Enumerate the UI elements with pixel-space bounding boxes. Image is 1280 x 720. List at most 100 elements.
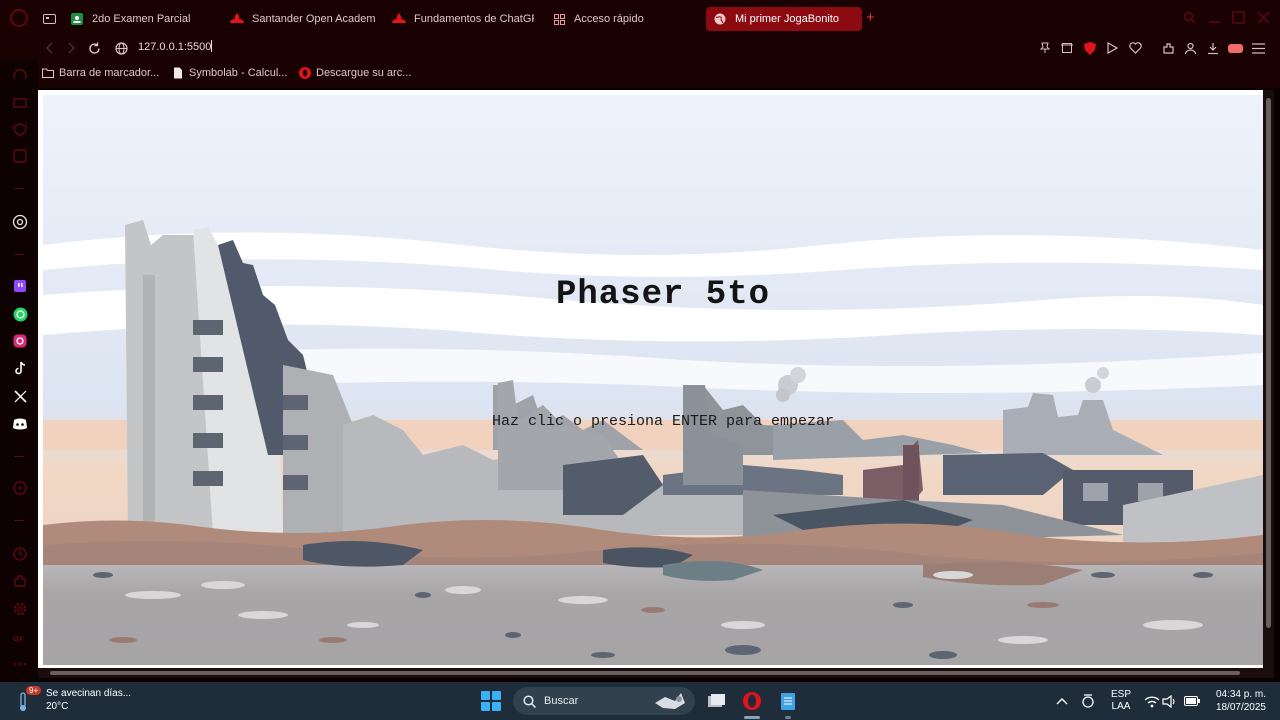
ruined-city-background xyxy=(43,95,1263,665)
bookmark-descargue[interactable]: Descargue su arc... xyxy=(299,67,411,79)
opera-menu-icon[interactable] xyxy=(10,9,28,27)
bookmark-symbolab[interactable]: Symbolab - Calcul... xyxy=(172,67,287,79)
search-label: Buscar xyxy=(544,695,579,707)
document-icon xyxy=(174,67,182,79)
bookmark-label: Symbolab - Calcul... xyxy=(189,67,288,79)
twitch-icon[interactable] xyxy=(12,278,28,294)
aria-icon[interactable] xyxy=(12,66,28,82)
x-twitter-icon[interactable] xyxy=(12,388,28,404)
more-icon[interactable] xyxy=(12,656,28,672)
play-icon[interactable] xyxy=(1104,40,1120,56)
game-title: Phaser 5to xyxy=(555,276,771,314)
battery-icon[interactable] xyxy=(1181,690,1203,712)
pin-icon[interactable] xyxy=(1037,40,1053,56)
windows-start-button[interactable] xyxy=(481,691,501,711)
tab-acceso-rapido[interactable]: Acceso rápido xyxy=(552,7,692,31)
profile-icon[interactable] xyxy=(1182,40,1198,56)
tab-strip: 2do Examen Parcial Santander Open Academ… xyxy=(0,0,1280,36)
task-view-icon[interactable] xyxy=(705,690,727,712)
game-start-prompt: Haz clic o presiona ENTER para empezar xyxy=(491,413,835,430)
santander-flame-icon xyxy=(230,12,244,26)
chatgpt-icon[interactable] xyxy=(12,214,28,230)
active-app-indicator xyxy=(744,716,760,719)
sync-icon[interactable] xyxy=(1077,690,1099,712)
volume-icon[interactable] xyxy=(1159,690,1181,712)
discord-icon[interactable] xyxy=(12,416,28,432)
language-indicator[interactable]: ESP LAA xyxy=(1108,689,1134,713)
snapshot-icon[interactable] xyxy=(1059,40,1075,56)
history-icon[interactable] xyxy=(12,546,28,562)
tab-santander-open-academy[interactable]: Santander Open Academ xyxy=(230,7,375,31)
heart-icon[interactable] xyxy=(1127,40,1143,56)
new-tab-button[interactable]: + xyxy=(866,10,875,25)
search-icon xyxy=(523,694,536,708)
maximize-button[interactable] xyxy=(1232,11,1245,24)
battery-saver-icon[interactable] xyxy=(1227,40,1243,56)
horizontal-scrollbar[interactable] xyxy=(38,668,1274,678)
back-button[interactable] xyxy=(42,40,58,56)
page-viewport: Phaser 5to Haz clic o presiona ENTER par… xyxy=(38,90,1274,670)
forward-button[interactable] xyxy=(63,40,79,56)
address-bar: 127.0.0.1:5500 xyxy=(0,36,1280,60)
bookmark-folder[interactable]: Barra de marcador... xyxy=(42,67,159,79)
search-highlight-icon xyxy=(655,693,685,709)
tab-label: Santander Open Academ xyxy=(252,13,375,25)
tab-label: Acceso rápido xyxy=(574,13,644,25)
sidebar: gx xyxy=(0,60,38,682)
close-button[interactable] xyxy=(1257,11,1270,24)
extensions-sidebar-icon[interactable] xyxy=(12,573,28,589)
download-icon[interactable] xyxy=(1205,40,1221,56)
minimize-button[interactable] xyxy=(1208,11,1221,24)
site-info-icon[interactable] xyxy=(113,40,129,56)
santander-flame-icon xyxy=(392,12,406,26)
screen: 2do Examen Parcial Santander Open Academ… xyxy=(0,0,1280,720)
vertical-scrollbar[interactable] xyxy=(1263,90,1274,670)
reload-button[interactable] xyxy=(86,40,102,56)
extensions-icon[interactable] xyxy=(1160,40,1176,56)
language-bottom: LAA xyxy=(1111,701,1131,712)
globe-icon xyxy=(713,12,727,26)
instagram-icon[interactable] xyxy=(12,333,28,349)
game-canvas[interactable]: Phaser 5to Haz clic o presiona ENTER par… xyxy=(43,95,1263,665)
opera-red-icon xyxy=(299,67,311,79)
gx-icon[interactable]: gx xyxy=(12,629,28,645)
search-tabs-icon[interactable] xyxy=(1183,11,1196,24)
clock-time: 04:34 p. m. xyxy=(1215,689,1266,700)
whatsapp-icon[interactable] xyxy=(12,306,28,322)
open-app-indicator xyxy=(785,716,791,719)
adblock-shield-icon[interactable] xyxy=(1082,40,1098,56)
tab-label: 2do Examen Parcial xyxy=(92,13,191,25)
crypto-wallet-icon[interactable] xyxy=(12,94,28,110)
weather-thermometer-icon: 9+ xyxy=(18,686,42,713)
google-classroom-icon xyxy=(70,12,84,26)
clock-date: 18/07/2025 xyxy=(1215,702,1266,713)
weather-temp: 20°C xyxy=(46,701,69,712)
tab-switch-icon xyxy=(42,12,56,26)
notepad-icon[interactable] xyxy=(777,690,799,712)
opera-gx-taskbar-icon[interactable] xyxy=(741,690,763,712)
bookmark-label: Descargue su arc... xyxy=(316,67,412,79)
tab-mi-primer-jogabonito[interactable]: Mi primer JogaBonito xyxy=(706,7,862,31)
easy-setup-icon[interactable] xyxy=(1250,40,1266,56)
tab-fundamentos-chatgpt[interactable]: Fundamentos de ChatGP xyxy=(392,7,534,31)
windows-taskbar: 9+ Se avecinan días... 20°C Buscar ESP L… xyxy=(0,682,1280,720)
tiktok-icon[interactable] xyxy=(12,360,28,376)
bookmark-label: Barra de marcador... xyxy=(59,67,160,79)
player-icon[interactable] xyxy=(12,480,28,496)
tab-label: Mi primer JogaBonito xyxy=(735,13,839,25)
url-text: 127.0.0.1:5500 xyxy=(138,41,212,53)
taskbar-search[interactable]: Buscar xyxy=(513,687,695,715)
tab-label: Fundamentos de ChatGP xyxy=(414,13,534,25)
tab-2do-examen[interactable]: 2do Examen Parcial xyxy=(42,7,212,31)
weather-title: Se avecinan días... xyxy=(46,688,132,699)
shield-sidebar-icon[interactable] xyxy=(12,122,28,138)
weather-badge: 9+ xyxy=(26,686,42,695)
system-clock[interactable]: 04:34 p. m. 18/07/2025 xyxy=(1208,688,1266,714)
bookmarks-bar: Barra de marcador... Symbolab - Calcul..… xyxy=(0,60,1280,88)
settings-gear-icon[interactable] xyxy=(12,601,28,617)
url-field[interactable]: 127.0.0.1:5500 xyxy=(138,40,213,53)
show-hidden-icons-chevron[interactable] xyxy=(1051,690,1073,712)
weather-widget[interactable]: 9+ Se avecinan días... 20°C xyxy=(18,686,132,713)
folder-icon xyxy=(42,68,54,78)
messenger-icon[interactable] xyxy=(12,148,28,164)
